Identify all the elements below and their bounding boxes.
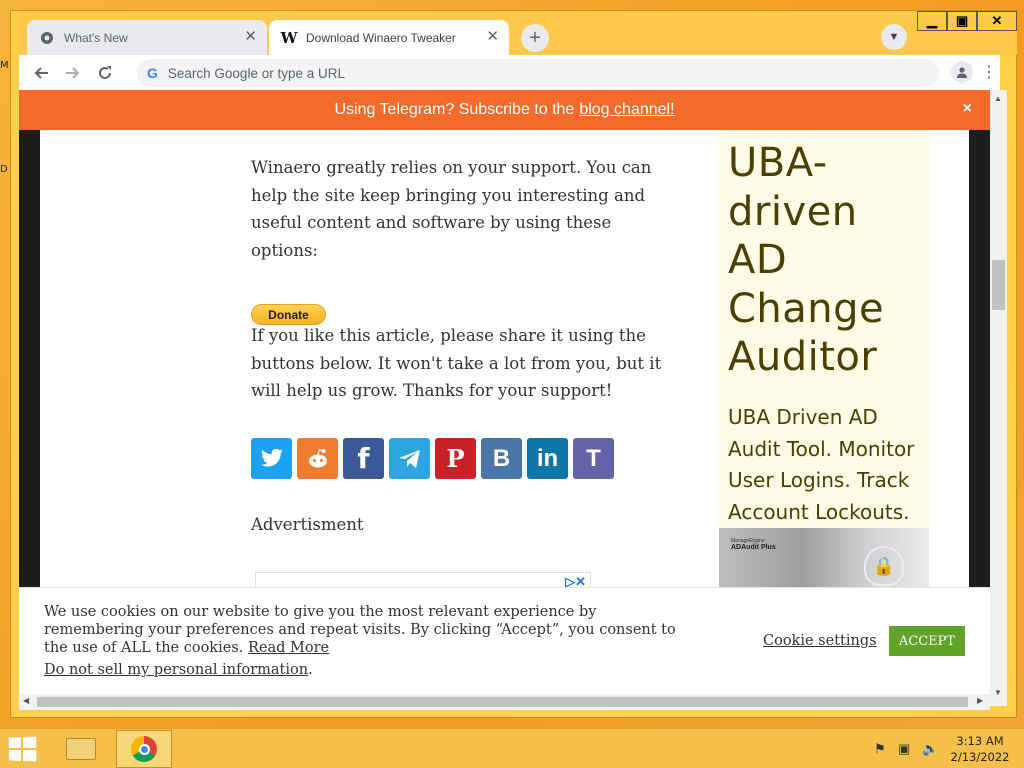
- file-explorer-button[interactable]: [62, 733, 100, 765]
- chrome-window: What's New ✕ W Download Winaero Tweaker …: [10, 10, 1017, 718]
- minimize-button[interactable]: ▁: [917, 11, 947, 31]
- back-button[interactable]: [29, 61, 53, 85]
- scroll-down-icon[interactable]: ▼: [994, 688, 1002, 697]
- blog-channel-link[interactable]: blog channel!: [579, 101, 674, 119]
- scroll-up-icon[interactable]: ▲: [994, 94, 1002, 103]
- close-icon[interactable]: ✕: [486, 29, 499, 45]
- reload-icon: [99, 66, 111, 79]
- maximize-button[interactable]: ▣: [947, 11, 977, 31]
- chevron-down-icon: ▼: [888, 31, 900, 43]
- new-tab-button[interactable]: +: [521, 24, 549, 52]
- forward-button[interactable]: [61, 61, 85, 85]
- share-twitter-button[interactable]: [251, 438, 292, 479]
- action-center-flag-icon[interactable]: ⚑: [874, 741, 886, 757]
- close-icon[interactable]: ✕: [244, 29, 257, 45]
- windows-logo-icon: [8, 749, 22, 761]
- tab-whats-new[interactable]: What's New ✕: [27, 20, 267, 55]
- scroll-thumb[interactable]: [37, 697, 968, 707]
- banner-text: Using Telegram? Subscribe to the: [334, 101, 575, 118]
- cookie-settings-link[interactable]: Cookie settings: [763, 633, 877, 649]
- scroll-thumb[interactable]: [992, 260, 1005, 310]
- clock-date: 2/13/2022: [950, 750, 1010, 764]
- share-facebook-button[interactable]: f: [343, 438, 384, 479]
- chrome-taskbar-button[interactable]: [116, 730, 172, 768]
- folder-icon: [66, 738, 96, 760]
- windows-logo-icon: [8, 737, 22, 749]
- tab-strip: What's New ✕ W Download Winaero Tweaker …: [19, 11, 1017, 55]
- scroll-right-icon[interactable]: ▶: [977, 696, 983, 705]
- menu-button[interactable]: ⋮: [981, 61, 997, 83]
- share-teams-button[interactable]: T: [573, 438, 614, 479]
- support-paragraph: Winaero greatly relies on your support. …: [251, 158, 652, 260]
- share-linkedin-button[interactable]: in: [527, 438, 568, 479]
- do-not-sell-link[interactable]: Do not sell my personal information: [44, 662, 308, 678]
- arrow-right-icon: [66, 67, 80, 79]
- cookie-banner: We use cookies on our website to give yo…: [19, 587, 990, 706]
- ad-product: ADAudit Plus: [731, 544, 776, 551]
- desktop-icon-label[interactable]: D: [0, 164, 8, 175]
- desktop-icon-label[interactable]: M: [0, 60, 9, 71]
- network-icon[interactable]: ▣: [898, 741, 910, 757]
- volume-muted-icon[interactable]: 🔈: [922, 741, 938, 757]
- read-more-link[interactable]: Read More: [248, 640, 329, 656]
- taskbar: ⚑ ▣ 🔈 3:13 AM 2/13/2022: [0, 728, 1024, 768]
- windows-logo-icon: [23, 736, 37, 748]
- ad-headline: UBA-driven AD Change Auditor: [728, 140, 885, 380]
- more-vert-icon: ⋮: [981, 64, 997, 81]
- scroll-left-icon[interactable]: ◀: [23, 696, 29, 705]
- cookie-message: We use cookies on our website to give yo…: [44, 604, 676, 656]
- chrome-icon: [131, 736, 157, 762]
- close-icon[interactable]: ×: [963, 100, 972, 118]
- advertisement-label: Advertisment: [251, 515, 364, 534]
- address-bar[interactable]: G: [137, 59, 939, 87]
- ad-image: ManageEngine ADAudit Plus 🔒: [719, 528, 929, 590]
- system-clock[interactable]: 3:13 AM 2/13/2022: [945, 733, 1015, 765]
- teams-icon: T: [586, 444, 601, 472]
- horizontal-scrollbar[interactable]: ◀ ▶: [19, 694, 990, 710]
- telegram-icon: [398, 449, 420, 468]
- close-window-button[interactable]: ✕: [977, 11, 1017, 31]
- cookie-text: We use cookies on our website to give yo…: [44, 603, 694, 657]
- ad-body: UBA Driven AD Audit Tool. Monitor User L…: [728, 405, 915, 524]
- share-telegram-button[interactable]: [389, 438, 430, 479]
- share-paragraph: If you like this article, please share i…: [251, 326, 662, 400]
- tab-title: Download Winaero Tweaker: [306, 30, 456, 45]
- pinterest-icon: P: [446, 444, 465, 473]
- google-icon: G: [147, 65, 158, 81]
- person-icon: [957, 67, 967, 78]
- linkedin-icon: in: [536, 444, 559, 472]
- telegram-banner: Using Telegram? Subscribe to the blog ch…: [19, 90, 990, 130]
- windows-logo-icon: [23, 750, 37, 762]
- share-reddit-button[interactable]: [297, 438, 338, 479]
- url-input[interactable]: [167, 65, 908, 81]
- profile-button[interactable]: [951, 61, 973, 83]
- share-vk-button[interactable]: B: [481, 438, 522, 479]
- tab-search-button[interactable]: ▼: [881, 24, 907, 50]
- twitter-icon: [260, 448, 283, 467]
- do-not-sell-line: Do not sell my personal information.: [44, 662, 313, 678]
- toolbar: G ⋮: [19, 55, 1000, 90]
- arrow-left-icon: [34, 67, 48, 79]
- tab-winaero-tweaker[interactable]: W Download Winaero Tweaker ✕: [269, 20, 509, 55]
- gear-icon: [39, 30, 55, 46]
- clock-time: 3:13 AM: [956, 734, 1004, 748]
- vk-icon: B: [492, 444, 511, 472]
- share-pinterest-button[interactable]: P: [435, 438, 476, 479]
- facebook-icon: f: [357, 442, 370, 475]
- reddit-icon: [308, 448, 327, 467]
- reload-button[interactable]: [93, 61, 117, 85]
- vertical-scrollbar[interactable]: ▲ ▼: [990, 90, 1007, 706]
- web-page: Using Telegram? Subscribe to the blog ch…: [19, 90, 990, 706]
- accept-cookies-button[interactable]: ACCEPT: [889, 626, 965, 656]
- winaero-w-icon: W: [280, 28, 298, 47]
- tab-title: What's New: [64, 30, 128, 45]
- lock-shield-icon: 🔒: [864, 546, 904, 586]
- start-button[interactable]: [8, 736, 39, 762]
- do-not-sell-suffix: .: [308, 662, 313, 678]
